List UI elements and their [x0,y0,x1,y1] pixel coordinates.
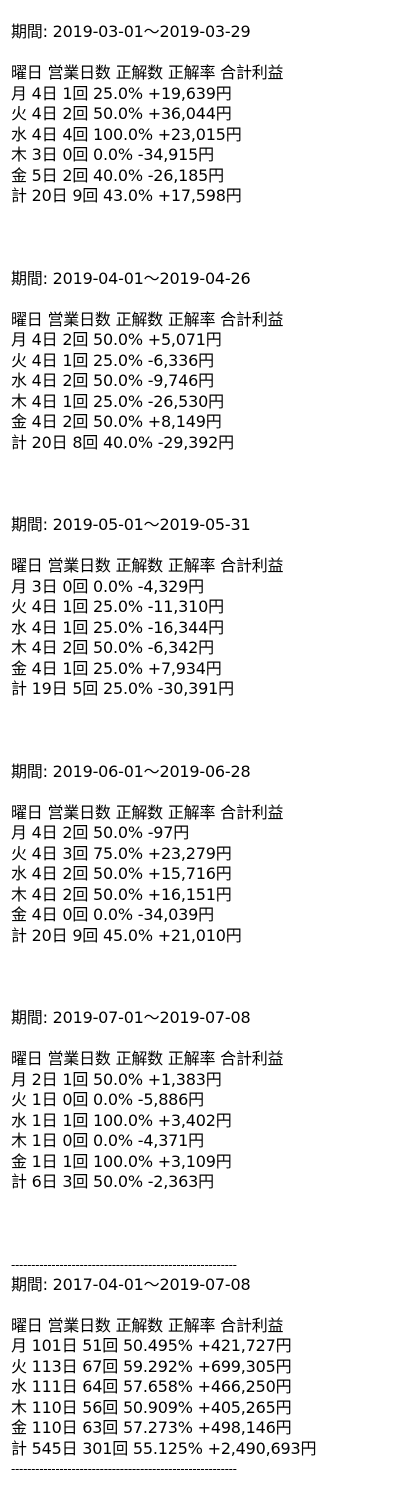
total-row: 計 20日 9回 45.0% +21,010円 [11,925,242,945]
separator-line: ----------------------------------------… [11,1257,237,1272]
table-row: 火 4日 1回 25.0% -11,310円 [11,597,224,616]
total-row: 計 20日 9回 43.0% +17,598円 [11,186,242,205]
table-row: 水 4日 2回 50.0% -9,746円 [11,371,214,390]
table-row: 月 2日 1回 50.0% +1,383円 [11,1069,222,1089]
table-row: 木 4日 1回 25.0% -26,530円 [11,391,224,411]
table-header: 曜日 営業日数 正解数 正解率 合計利益 [11,63,284,82]
table-row: 金 110日 63回 57.273% +498,146円 [11,1418,292,1437]
table-row: 金 4日 1回 25.0% +7,934円 [11,658,222,678]
table-row: 火 4日 3回 75.0% +23,279円 [11,843,232,863]
table-row: 木 1日 0回 0.0% -4,371円 [11,1131,204,1150]
stats-document: 期間: 2019-03-01〜2019-03-29 曜日 営業日数 正解数 正解… [11,22,396,1479]
table-row: 火 4日 1回 25.0% -6,336円 [11,350,214,370]
table-row: 水 1日 1回 100.0% +3,402円 [11,1110,232,1130]
table-row: 金 4日 2回 50.0% +8,149円 [11,412,222,431]
overall-section: 期間: 2017-04-01〜2019-07-08 曜日 営業日数 正解数 正解… [11,1275,396,1460]
table-row: 金 1日 1回 100.0% +3,109円 [11,1151,232,1171]
table-header: 曜日 営業日数 正解数 正解率 合計利益 [11,802,284,822]
table-row: 金 4日 0回 0.0% -34,039円 [11,905,214,924]
table-row: 火 113日 67回 59.292% +699,305円 [11,1356,292,1376]
table-row: 月 4日 1回 25.0% +19,639円 [11,83,232,103]
table-row: 木 110日 56回 50.909% +405,265円 [11,1397,292,1417]
period-heading: 期間: 2019-04-01〜2019-04-26 [11,268,251,288]
total-row: 計 6日 3回 50.0% -2,363円 [11,1172,214,1191]
period-section: 期間: 2019-05-01〜2019-05-31 曜日 営業日数 正解数 正解… [11,515,396,700]
table-row: 水 4日 4回 100.0% +23,015円 [11,124,242,144]
table-header: 曜日 営業日数 正解数 正解率 合計利益 [11,1049,284,1068]
table-header: 曜日 営業日数 正解数 正解率 合計利益 [11,309,284,329]
table-row: 水 4日 1回 25.0% -16,344円 [11,617,224,637]
total-row: 計 20日 8回 40.0% -29,392円 [11,432,234,452]
table-row: 月 3日 0回 0.0% -4,329円 [11,576,204,596]
total-row: 計 19日 5回 25.0% -30,391円 [11,679,234,698]
period-heading: 期間: 2019-03-01〜2019-03-29 [11,22,251,41]
period-section: 期間: 2019-07-01〜2019-07-08 曜日 営業日数 正解数 正解… [11,1008,396,1193]
table-header: 曜日 営業日数 正解数 正解率 合計利益 [11,556,284,575]
table-row: 火 4日 2回 50.0% +36,044円 [11,104,232,123]
table-row: 月 4日 2回 50.0% -97円 [11,823,190,842]
table-header: 曜日 営業日数 正解数 正解率 合計利益 [11,1315,284,1335]
table-row: 月 4日 2回 50.0% +5,071円 [11,330,222,349]
period-section: 期間: 2019-04-01〜2019-04-26 曜日 営業日数 正解数 正解… [11,269,396,454]
table-row: 木 3日 0回 0.0% -34,915円 [11,145,214,164]
table-row: 金 5日 2回 40.0% -26,185円 [11,165,224,185]
period-section: 期間: 2019-06-01〜2019-06-28 曜日 営業日数 正解数 正解… [11,762,396,947]
period-section: 期間: 2019-03-01〜2019-03-29 曜日 営業日数 正解数 正解… [11,22,396,207]
table-row: 月 101日 51回 50.495% +421,727円 [11,1336,292,1355]
table-row: 木 4日 2回 50.0% -6,342円 [11,638,214,657]
period-heading: 期間: 2019-05-01〜2019-05-31 [11,515,251,534]
total-row: 計 545日 301回 55.125% +2,490,693円 [11,1438,317,1458]
period-heading: 期間: 2017-04-01〜2019-07-08 [11,1274,251,1294]
table-row: 水 4日 2回 50.0% +15,716円 [11,864,232,883]
separator-line: ----------------------------------------… [11,1462,237,1476]
table-row: 水 111日 64回 57.658% +466,250円 [11,1377,292,1396]
table-row: 火 1日 0回 0.0% -5,886円 [11,1090,204,1109]
period-heading: 期間: 2019-07-01〜2019-07-08 [11,1008,251,1027]
table-row: 木 4日 2回 50.0% +16,151円 [11,884,232,904]
period-heading: 期間: 2019-06-01〜2019-06-28 [11,761,251,781]
